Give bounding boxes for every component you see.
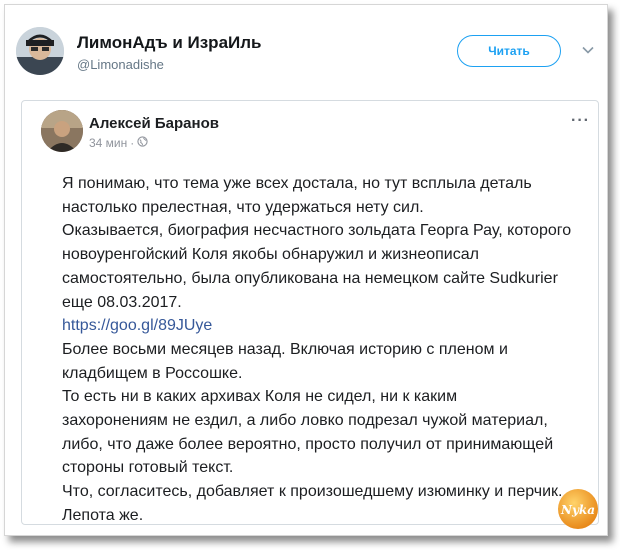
post-line: Лепота же. — [62, 506, 144, 524]
post-body: Я понимаю, что тема уже всех достала, но… — [62, 172, 602, 528]
globe-icon — [137, 136, 148, 150]
svg-text:Nyka: Nyka — [560, 503, 595, 517]
watermark-logo: Nyka — [557, 488, 599, 530]
account-avatar[interactable] — [16, 27, 64, 75]
post-time[interactable]: 34 мин — [89, 136, 127, 150]
time-separator: · — [130, 136, 135, 150]
author-name[interactable]: Алексей Баранов — [89, 115, 219, 132]
author-avatar[interactable] — [41, 110, 83, 152]
chevron-down-icon[interactable] — [580, 42, 596, 58]
post-line: либо, что даже более вероятно, просто по… — [62, 435, 554, 453]
post-line: Более восьми месяцев назад. Включая исто… — [62, 340, 508, 358]
post-line: новоуренгойский Коля якобы обнаружил и ж… — [62, 246, 479, 264]
account-handle[interactable]: @Limonadishe — [77, 57, 164, 72]
post-line: стороны готовый текст. — [62, 459, 234, 477]
account-name[interactable]: ЛимонАдъ и ИзраИль — [77, 33, 262, 53]
post-line: Я понимаю, что тема уже всех достала, но… — [62, 175, 532, 192]
post-line: Оказывается, биография несчастного зольд… — [62, 222, 572, 240]
post-line: настолько прелестная, что удержаться нет… — [62, 198, 424, 216]
post-line: захоронениям не ездил, а либо ловко подр… — [62, 412, 548, 430]
post-line: Что, согласитесь, добавляет к произошедш… — [62, 483, 563, 501]
post-link[interactable]: https://goo.gl/89JUye — [62, 314, 602, 338]
post-line: еще 08.03.2017. — [62, 293, 182, 311]
post-line: кладбищем в Россошке. — [62, 364, 243, 382]
post-line: То есть ни в каких архивах Коля не сидел… — [62, 388, 458, 406]
more-options-icon[interactable]: ··· — [571, 112, 590, 130]
post-line: самостоятельно, была опубликована на нем… — [62, 269, 558, 287]
post-timestamp: 34 мин · — [89, 136, 148, 150]
follow-button[interactable]: Читать — [457, 35, 561, 67]
